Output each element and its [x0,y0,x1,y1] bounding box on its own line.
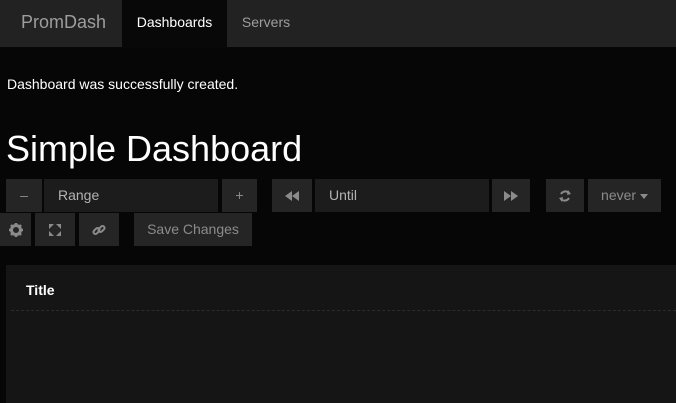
rewind-button[interactable] [272,179,312,212]
refresh-interval-value: never [601,187,637,203]
graph-panel: Title [6,265,676,403]
refresh-button[interactable] [546,179,584,212]
rewind-icon [285,191,299,202]
fullscreen-button[interactable] [35,213,75,246]
link-button[interactable] [79,213,119,246]
range-decrease-button[interactable]: – [6,179,42,212]
refresh-interval-dropdown[interactable]: never [588,179,661,212]
fast-forward-button[interactable] [492,179,530,212]
dashboard-title: Simple Dashboard [6,128,303,169]
range-increase-button[interactable]: + [222,179,257,212]
flash-message: Dashboard was successfully created. [7,76,239,92]
brand-logo[interactable]: PromDash [21,0,106,47]
caret-down-icon [639,193,648,199]
nav-servers[interactable]: Servers [227,0,305,47]
nav-dashboards[interactable]: Dashboards [122,0,227,47]
panel-title[interactable]: Title [26,282,55,298]
gear-icon [8,223,23,238]
range-input[interactable]: Range [44,179,218,212]
until-input[interactable]: Until [315,179,489,212]
fast-forward-icon [504,191,518,202]
settings-button[interactable] [0,213,31,246]
refresh-icon [559,190,571,203]
save-changes-button[interactable]: Save Changes [134,213,252,246]
link-icon [92,225,106,236]
panel-divider [11,310,676,311]
fullscreen-icon [49,224,61,237]
navbar: PromDash Dashboards Servers [0,0,676,48]
